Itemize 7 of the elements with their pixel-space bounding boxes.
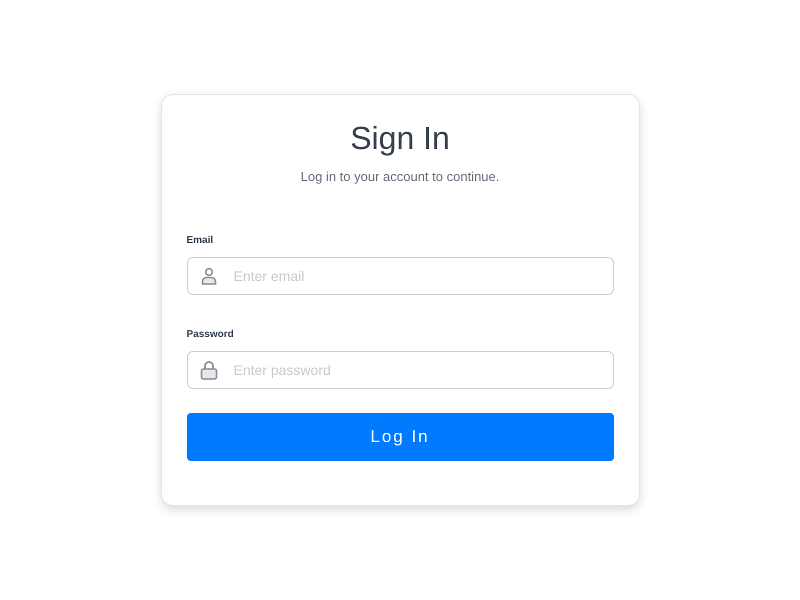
field-label: Password [186,328,235,342]
lock-icon [200,360,218,380]
field-label: Email [186,234,214,248]
user-icon [200,266,218,284]
card-title: Sign In [349,119,451,157]
login-button[interactable]: Log In [186,412,614,460]
card-subtitle: Log in to your account to continue. [300,168,500,186]
